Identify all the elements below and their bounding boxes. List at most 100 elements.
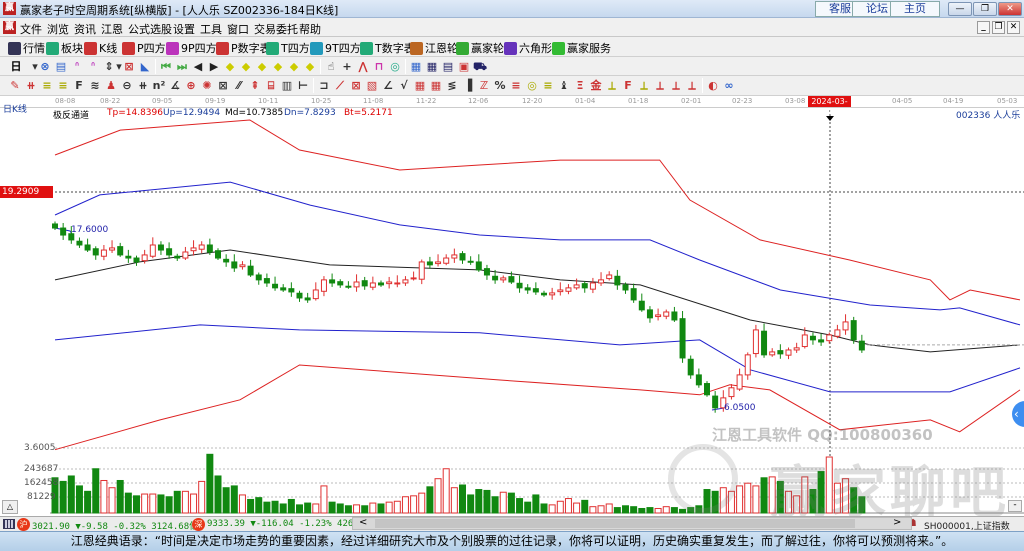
toolbar-grid[interactable]: 行情 [8, 40, 45, 56]
lines-icon[interactable]: ⧺ [136, 79, 150, 92]
period-select[interactable]: 日 [8, 60, 24, 73]
zoom-out-icon[interactable]: ◆ [239, 60, 253, 73]
wave-icon[interactable]: ≋ [88, 79, 102, 92]
minimize-button[interactable]: — [948, 2, 972, 16]
gold-lines-icon[interactable]: ≡ [541, 79, 555, 92]
menu-gann[interactable]: 江恩 [101, 21, 123, 37]
cross-a-icon[interactable]: ⟂ [605, 79, 619, 92]
menu-help[interactable]: 帮助 [299, 21, 321, 37]
toolbar-pn[interactable]: P数字表 [216, 40, 271, 56]
first-icon[interactable]: ⏮ [159, 60, 173, 73]
zoom-in-icon[interactable]: ◆ [223, 60, 237, 73]
fib-b-icon[interactable]: F [621, 79, 635, 92]
mdi-restore-button[interactable]: ❐ [992, 21, 1005, 34]
hatch-icon[interactable]: ⧺ [24, 79, 38, 92]
toolbar-hexagon[interactable]: 六角形 [504, 40, 552, 56]
gate-icon[interactable]: ⌸ [264, 79, 278, 92]
z-icon[interactable]: ℤ [477, 79, 491, 92]
truck-icon[interactable]: ⛟ [473, 60, 487, 73]
menu-formula[interactable]: 公式选股 [128, 21, 172, 37]
bishop-icon[interactable]: ♝ [557, 79, 571, 92]
target-icon[interactable]: ⊕ [184, 79, 198, 92]
chart-b-icon[interactable]: ᐢ [86, 60, 100, 73]
fan-grid-icon[interactable]: ▧ [365, 79, 379, 92]
calculator-icon[interactable]: ▦ [425, 60, 439, 73]
save-icon[interactable]: ▣ [457, 60, 471, 73]
pattern-icon[interactable]: ⊗ [38, 60, 52, 73]
table-b-icon[interactable]: ▦ [429, 79, 443, 92]
yinyang-icon[interactable]: ◐ [706, 79, 720, 92]
cross-b-icon[interactable]: ⟂ [637, 79, 651, 92]
next-icon[interactable]: ▶ [207, 60, 221, 73]
square-icon[interactable]: n² [152, 79, 166, 92]
shift-right-icon[interactable]: ◆ [271, 60, 285, 73]
maximize-button[interactable]: ❐ [973, 2, 997, 16]
period-tool-icon[interactable]: ⊓ [372, 60, 386, 73]
shift-left-icon[interactable]: ◆ [255, 60, 269, 73]
calendar-icon[interactable]: ▦ [409, 60, 423, 73]
pen-icon[interactable]: ✎ [8, 79, 22, 92]
grid-a-icon[interactable]: ▥ [280, 79, 294, 92]
rect-icon[interactable]: ⊐ [317, 79, 331, 92]
toolbar-candles[interactable]: K线 [84, 40, 117, 56]
fan-box-icon[interactable]: ⊠ [349, 79, 363, 92]
angle-icon[interactable]: ∡ [168, 79, 182, 92]
star-icon[interactable]: ✺ [200, 79, 214, 92]
infinity-icon[interactable]: ∞ [722, 79, 736, 92]
toolbar-blocks[interactable]: 板块 [46, 40, 83, 56]
gann-box-icon[interactable]: ⊠ [122, 60, 136, 73]
fan-icon[interactable]: ⟋ [333, 79, 347, 92]
menu-settings[interactable]: 设置 [173, 21, 195, 37]
scroll-thumb[interactable] [375, 519, 855, 528]
menu-news[interactable]: 资讯 [74, 21, 96, 37]
quote-table-icon[interactable] [3, 519, 15, 529]
toolbar-tn[interactable]: T数字表 [360, 40, 415, 56]
cross-e-icon[interactable]: ⟂ [685, 79, 699, 92]
level-b-icon[interactable]: ≡ [56, 79, 70, 92]
box-icon[interactable]: ⊠ [216, 79, 230, 92]
toolbar-dollar[interactable]: 赢家服务 [552, 40, 611, 56]
table-a-icon[interactable]: ▦ [413, 79, 427, 92]
toolbar-winner-wheel[interactable]: 赢家轮 [456, 40, 504, 56]
scroll-left-button[interactable]: < [359, 517, 367, 528]
flag-icon[interactable]: ◣ [138, 60, 152, 73]
report-icon[interactable]: ▤ [441, 60, 455, 73]
root-icon[interactable]: √ [397, 79, 411, 92]
brain-icon[interactable]: ◎ [388, 60, 402, 73]
expand-panel-button[interactable]: △ [2, 500, 18, 514]
prev-icon[interactable]: ◀ [191, 60, 205, 73]
menu-browse[interactable]: 浏览 [47, 21, 69, 37]
menu-tools[interactable]: 工具 [200, 21, 222, 37]
collapse-volume-button[interactable]: - [1008, 500, 1022, 512]
shift-down-icon[interactable]: ◆ [303, 60, 317, 73]
menu-window[interactable]: 窗口 [227, 21, 249, 37]
close-button[interactable]: ✕ [998, 2, 1022, 16]
cross-c-icon[interactable]: ⟂ [653, 79, 667, 92]
level-a-icon[interactable]: ≡ [40, 79, 54, 92]
pitch-icon[interactable]: ♟ [104, 79, 118, 92]
circle-icon[interactable]: ⊖ [120, 79, 134, 92]
parallel-icon[interactable]: ⁄⁄ [232, 79, 246, 92]
arrow-icon[interactable]: ⇞ [248, 79, 262, 92]
percent-icon[interactable]: % [493, 79, 507, 92]
levels-icon[interactable]: ≡ [509, 79, 523, 92]
line-tool-icon[interactable]: ⋀ [356, 60, 370, 73]
gann-angle-icon[interactable]: ∠ [381, 79, 395, 92]
hand-icon[interactable]: ☝ [324, 60, 338, 73]
toolbar-wheel[interactable]: 江恩轮 [410, 40, 458, 56]
kline-chart[interactable] [0, 96, 1024, 516]
xi-icon[interactable]: Ξ [573, 79, 587, 92]
fib-icon[interactable]: F [72, 79, 86, 92]
horizontal-scrollbar[interactable]: < > [352, 517, 912, 530]
divider-icon[interactable]: ▐ [461, 79, 475, 92]
link-homepage[interactable]: 主页 [890, 1, 940, 17]
menu-file[interactable]: 文件 [20, 21, 42, 37]
cross-d-icon[interactable]: ⟂ [669, 79, 683, 92]
gold-icon[interactable]: 金 [589, 79, 603, 92]
menu-trade[interactable]: 交易委托 [254, 21, 298, 37]
last-icon[interactable]: ⏭ [175, 60, 189, 73]
shift-up-icon[interactable]: ◆ [287, 60, 301, 73]
grid-b-icon[interactable]: ⊢ [296, 79, 310, 92]
channel-icon[interactable]: ≶ [445, 79, 459, 92]
mdi-minimize-button[interactable]: _ [977, 21, 990, 34]
